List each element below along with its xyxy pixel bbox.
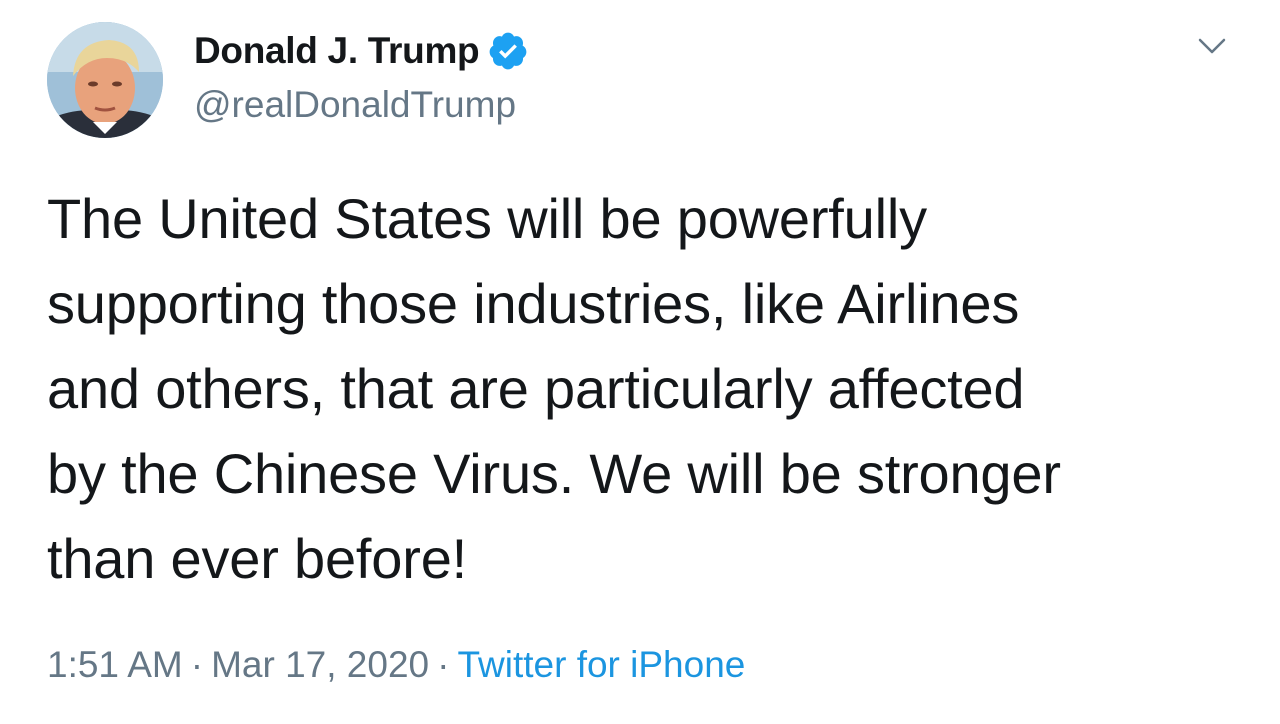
tweet-text-line: and others, that are particularly affect… bbox=[47, 357, 1025, 420]
tweet-source-link[interactable]: Twitter for iPhone bbox=[457, 644, 745, 685]
tweet-metadata: 1:51 AM · Mar 17, 2020 · Twitter for iPhone bbox=[47, 644, 745, 686]
tweet-text-line: The United States will be powerfully bbox=[47, 187, 927, 250]
avatar[interactable] bbox=[47, 22, 163, 138]
user-name-row: Donald J. Trump bbox=[194, 28, 529, 74]
meta-separator: · bbox=[190, 644, 204, 685]
tweet-text-line: than ever before! bbox=[47, 527, 467, 590]
tweet-time[interactable]: 1:51 AM bbox=[47, 644, 183, 685]
tweet-card: Donald J. Trump @realDonaldTrump The Uni… bbox=[0, 0, 1280, 724]
tweet-text-line: by the Chinese Virus. We will be stronge… bbox=[47, 442, 1061, 505]
avatar-image bbox=[47, 22, 163, 138]
display-name[interactable]: Donald J. Trump bbox=[194, 30, 480, 72]
tweet-text-line: supporting those industries, like Airlin… bbox=[47, 272, 1020, 335]
user-handle[interactable]: @realDonaldTrump bbox=[194, 84, 516, 126]
meta-separator: · bbox=[437, 644, 450, 685]
chevron-down-icon[interactable] bbox=[1196, 30, 1228, 62]
tweet-date[interactable]: Mar 17, 2020 bbox=[211, 644, 429, 685]
verified-badge-icon bbox=[487, 30, 529, 72]
tweet-text: The United States will be powerfully sup… bbox=[47, 176, 1247, 601]
